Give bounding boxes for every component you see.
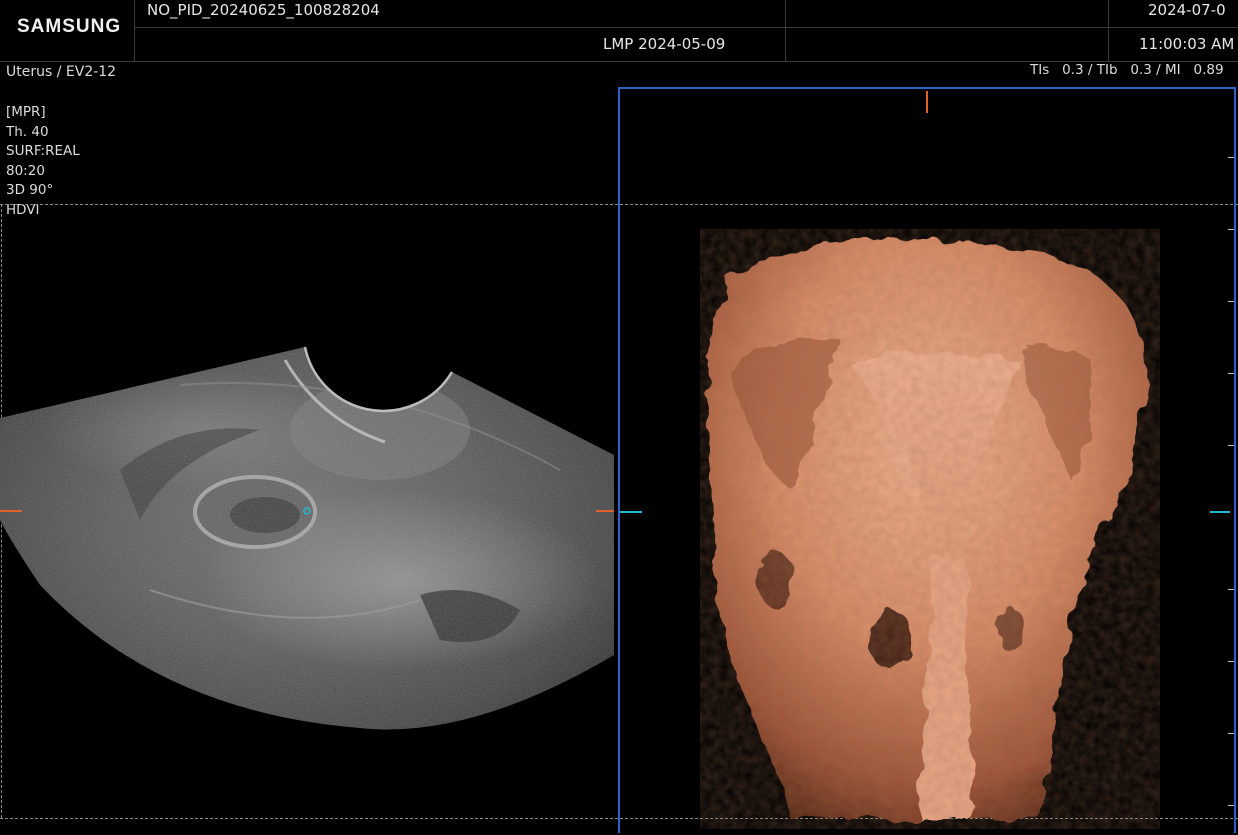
header-divider-v1 [785,0,786,62]
thermal-index-readout: TIs 0.3 / TIb 0.3 / MI 0.89 [1030,62,1224,78]
depth-scale [1228,89,1234,835]
top-orange-marker [926,91,928,113]
render-view-panel[interactable] [618,87,1236,833]
exam-date: 2024-07-0 [1148,1,1226,19]
3d-uterus-render [700,229,1160,829]
header-divider-v2 [1108,0,1109,62]
exam-time: 11:00:03 AM [1139,35,1235,53]
lmp-date: LMP 2024-05-09 [603,35,726,53]
left-cyan-marker [620,511,642,513]
ultrasound-sector-image[interactable] [0,0,618,833]
right-cyan-marker [1210,511,1230,513]
